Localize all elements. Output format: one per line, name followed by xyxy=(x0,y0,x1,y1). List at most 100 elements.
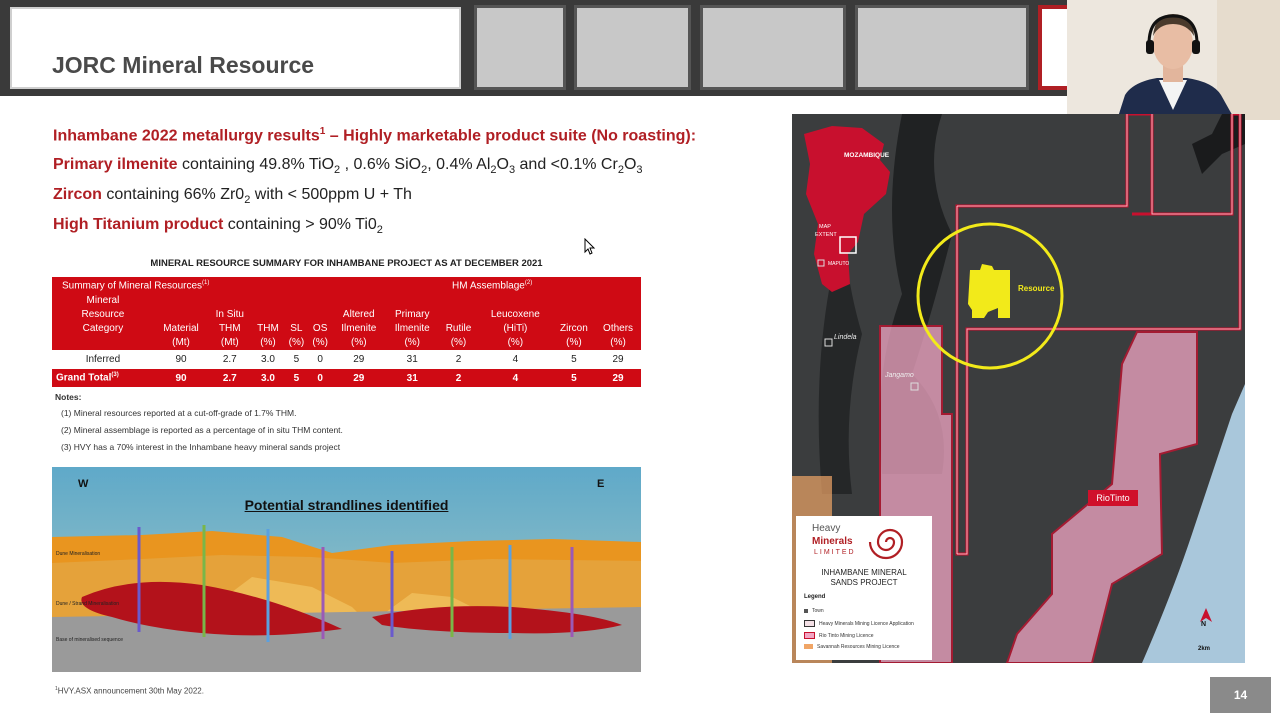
column-header-line: (Mt) xyxy=(220,337,239,348)
total-cell: 90 xyxy=(175,372,187,384)
east-label: E xyxy=(597,478,605,490)
column-header-line: (%) xyxy=(507,337,524,348)
legend-item-label: Heavy Minerals Mining Licence Applicatio… xyxy=(819,620,914,627)
page-title: JORC Mineral Resource xyxy=(52,52,315,78)
table-cell: 90 xyxy=(175,354,187,365)
dune-label: Dune Mineralisation xyxy=(56,551,101,557)
intro-line-2: Primary ilmenite containing 49.8% TiO2 ,… xyxy=(53,156,643,176)
nav-thumb-2[interactable] xyxy=(574,5,691,90)
column-header: Rutile (%) xyxy=(439,294,478,350)
legend-item-label: Town xyxy=(812,608,824,614)
ilmenite-label: Primary ilmenite xyxy=(53,156,178,173)
column-header-line xyxy=(386,294,439,308)
note-1: (1) Mineral resources reported at a cut-… xyxy=(61,408,297,418)
column-header-line: (%) xyxy=(610,337,626,348)
column-header-line xyxy=(285,308,309,322)
legend-title: Legend xyxy=(804,594,826,600)
nav-thumb-4[interactable] xyxy=(855,5,1029,90)
brand-limited: LIMITED xyxy=(814,549,856,556)
column-header-line: (%) xyxy=(260,337,276,348)
sub-6: 3 xyxy=(636,164,643,177)
column-header: SL (%) xyxy=(285,294,309,350)
column-header-line: (%) xyxy=(566,337,582,348)
column-header-line: (Mt) xyxy=(172,337,190,348)
brand-minerals: Minerals xyxy=(812,536,853,547)
intro-line-3: Zircon containing 66% Zr02 with < 500ppm… xyxy=(53,186,412,206)
column-header: In Situ THM (Mt) xyxy=(208,294,251,350)
column-header-line: SL xyxy=(290,323,303,334)
hm-header: HM Assemblage(2) xyxy=(332,277,641,294)
column-header-line: Altered xyxy=(342,309,375,320)
intro-line-4: High Titanium product containing > 90% T… xyxy=(53,216,383,236)
column-header-line xyxy=(595,308,641,322)
table-cell: 5 xyxy=(571,354,577,365)
total-cell: 5 xyxy=(571,372,577,384)
hiti-label: High Titanium product xyxy=(53,216,224,233)
table-row: Inferred 90 2.7 3.0 5 0 29 31 2 4 5 29 xyxy=(52,350,641,369)
legend-item-label: Savannah Resources Mining Licence xyxy=(817,644,900,650)
zircon-text-a: containing 66% Zr0 xyxy=(101,186,245,203)
legend-item-hvy: Heavy Minerals Mining Licence Applicatio… xyxy=(804,620,914,627)
column-header-line xyxy=(478,294,553,308)
total-cell: 4 xyxy=(512,372,519,384)
table-cell: 2 xyxy=(455,354,462,365)
total-cell: 31 xyxy=(406,372,418,384)
column-header-line: Material xyxy=(163,323,199,334)
maputo-label: MAPUTO xyxy=(828,261,850,267)
table-cell: Inferred xyxy=(85,354,121,365)
column-header-line: Ilmenite xyxy=(341,323,377,334)
note-3: (3) HVY has a 70% interest in the Inhamb… xyxy=(61,442,341,452)
north-arrow-icon xyxy=(1200,608,1212,622)
page-number: 14 xyxy=(1210,677,1271,713)
column-header: THM (%) xyxy=(251,294,284,350)
column-header-line: In Situ xyxy=(215,309,244,320)
column-header-line xyxy=(553,294,595,308)
hvy-swatch-icon xyxy=(804,620,815,627)
column-header-line: Others xyxy=(603,323,634,334)
total-cell: 0 xyxy=(317,372,323,384)
mouse-cursor-icon xyxy=(584,238,596,255)
total-sup: (3) xyxy=(111,372,119,379)
column-header-line xyxy=(332,294,385,308)
total-cell: 5 xyxy=(293,372,300,384)
ilmenite-text-c: , 0.4% Al xyxy=(427,156,491,173)
savannah-swatch-icon xyxy=(804,644,813,650)
column-header: Altered Ilmenite (%) xyxy=(332,294,385,350)
table-cell: 29 xyxy=(353,354,365,365)
table-cell: 29 xyxy=(612,354,624,365)
legend-item-town: Town xyxy=(804,608,824,614)
nav-thumb-1[interactable] xyxy=(474,5,566,90)
nav-thumb-3[interactable] xyxy=(700,5,846,90)
project-title-1: INHAMBANE MINERAL xyxy=(821,568,907,577)
map-extent-label-2: EXTENT xyxy=(815,232,837,238)
column-header-line xyxy=(308,308,332,322)
column-header-line: (%) xyxy=(404,337,420,348)
column-header: Mineral Resource Category xyxy=(52,294,154,350)
total-cell: 2 xyxy=(455,372,462,384)
brand-heavy: Heavy xyxy=(812,523,841,534)
column-header-line xyxy=(251,294,284,308)
column-header-line xyxy=(251,308,284,322)
jangamo-label: Jangamo xyxy=(885,372,914,379)
map-extent-label-1: MAP xyxy=(819,224,831,230)
column-header-line xyxy=(154,308,208,322)
column-header: Material (Mt) xyxy=(154,294,208,350)
hm-sup: (2) xyxy=(524,279,533,286)
hm-label: HM Assemblage xyxy=(452,280,525,292)
title-box: JORC Mineral Resource xyxy=(10,7,461,89)
column-header: Primary Ilmenite (%) xyxy=(386,294,439,350)
column-header-line: (HiTi) xyxy=(503,323,528,334)
scale-label: 2km xyxy=(1198,646,1211,652)
intro-line-1: Inhambane 2022 metallurgy results1 – Hig… xyxy=(53,126,696,145)
column-header-line: Resource xyxy=(81,309,125,320)
column-header-line: Leucoxene xyxy=(490,309,540,320)
cross-section-figure: W E Potential strandlines identified Dun… xyxy=(52,467,641,672)
column-header-line: Zircon xyxy=(560,323,588,334)
ilmenite-text-b: , 0.6% SiO xyxy=(340,156,422,173)
base-label: Base of mineralised sequence xyxy=(56,637,123,643)
table-cell: 0 xyxy=(317,354,323,365)
zircon-label: Zircon xyxy=(53,186,102,203)
column-header: OS (%) xyxy=(308,294,332,350)
table-cell: 5 xyxy=(293,354,300,365)
table-cell: 4 xyxy=(512,354,519,365)
